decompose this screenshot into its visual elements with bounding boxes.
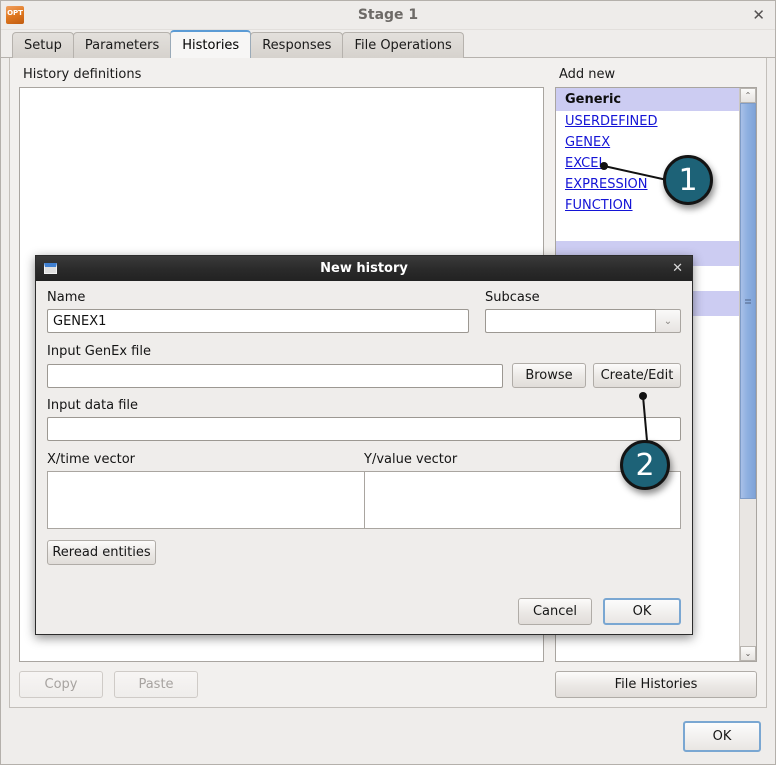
add-new-label: Add new <box>559 67 616 82</box>
function-link[interactable]: FUNCTION <box>556 195 739 216</box>
group-header-generic: Generic <box>556 88 739 111</box>
dialog-ok-button[interactable]: OK <box>603 598 681 625</box>
paste-button[interactable]: Paste <box>114 671 198 698</box>
window-close-icon[interactable]: ✕ <box>752 7 765 23</box>
genex-file-input[interactable] <box>47 364 503 388</box>
window-titlebar: Stage 1 ✕ <box>1 1 775 30</box>
dialog-footer: Cancel OK <box>47 598 681 625</box>
data-file-label: Input data file <box>47 398 139 413</box>
scrollbar-grip-icon <box>745 297 751 305</box>
histories-action-bar: Copy Paste File Histories <box>19 662 757 698</box>
genex-file-label: Input GenEx file <box>47 344 151 359</box>
annotation-badge-1: 1 <box>663 155 713 205</box>
add-new-scrollbar[interactable]: ⌃ ⌄ <box>739 88 756 661</box>
subcase-value <box>485 309 655 333</box>
data-file-input[interactable] <box>47 417 681 441</box>
dialog-title: New history <box>320 261 408 276</box>
scroll-up-icon[interactable]: ⌃ <box>740 88 756 103</box>
tab-bar: Setup Parameters Histories Responses Fil… <box>1 30 775 58</box>
browse-button[interactable]: Browse <box>512 363 586 388</box>
window-ok-button[interactable]: OK <box>683 720 761 752</box>
scrollbar-thumb[interactable] <box>740 103 756 500</box>
tab-file-operations[interactable]: File Operations <box>342 32 464 58</box>
x-vector-list[interactable] <box>48 472 364 528</box>
chevron-down-icon[interactable]: ⌄ <box>655 309 681 333</box>
subcase-label: Subcase <box>485 290 540 305</box>
dialog-close-icon[interactable]: ✕ <box>672 262 683 275</box>
dialog-body: Name Subcase ⌄ Input GenEx file Browse C… <box>36 281 692 634</box>
tab-parameters[interactable]: Parameters <box>72 32 172 58</box>
name-label: Name <box>47 290 86 305</box>
userdefined-link[interactable]: USERDEFINED <box>556 111 739 132</box>
scroll-down-icon[interactable]: ⌄ <box>740 646 756 661</box>
window-title: Stage 1 <box>357 7 419 23</box>
subcase-combobox[interactable]: ⌄ <box>485 309 681 333</box>
tab-setup[interactable]: Setup <box>12 32 74 58</box>
name-input[interactable] <box>47 309 469 333</box>
genex-file-row: Browse Create/Edit <box>47 363 681 388</box>
copy-button[interactable]: Copy <box>19 671 103 698</box>
list-spacer-1 <box>556 216 739 241</box>
window-footer: OK <box>1 708 775 764</box>
annotation-badge-2: 2 <box>620 440 670 490</box>
tab-histories[interactable]: Histories <box>170 30 252 58</box>
history-definitions-label: History definitions <box>23 67 142 82</box>
reread-entities-button[interactable]: Reread entities <box>47 540 156 565</box>
vector-labels-row: X/time vector Y/value vector <box>47 452 681 471</box>
tab-responses[interactable]: Responses <box>250 32 344 58</box>
dialog-titlebar: New history ✕ <box>36 256 692 281</box>
scrollbar-track[interactable] <box>740 103 756 646</box>
new-history-dialog: New history ✕ Name Subcase ⌄ Input GenEx… <box>35 255 693 635</box>
vector-lists <box>47 471 681 529</box>
file-histories-button[interactable]: File Histories <box>555 671 757 698</box>
dialog-cancel-button[interactable]: Cancel <box>518 598 592 625</box>
x-vector-label: X/time vector <box>47 452 136 467</box>
genex-link[interactable]: GENEX <box>556 132 739 153</box>
create-edit-button[interactable]: Create/Edit <box>593 363 681 388</box>
name-subcase-row: Name Subcase ⌄ <box>47 290 681 333</box>
